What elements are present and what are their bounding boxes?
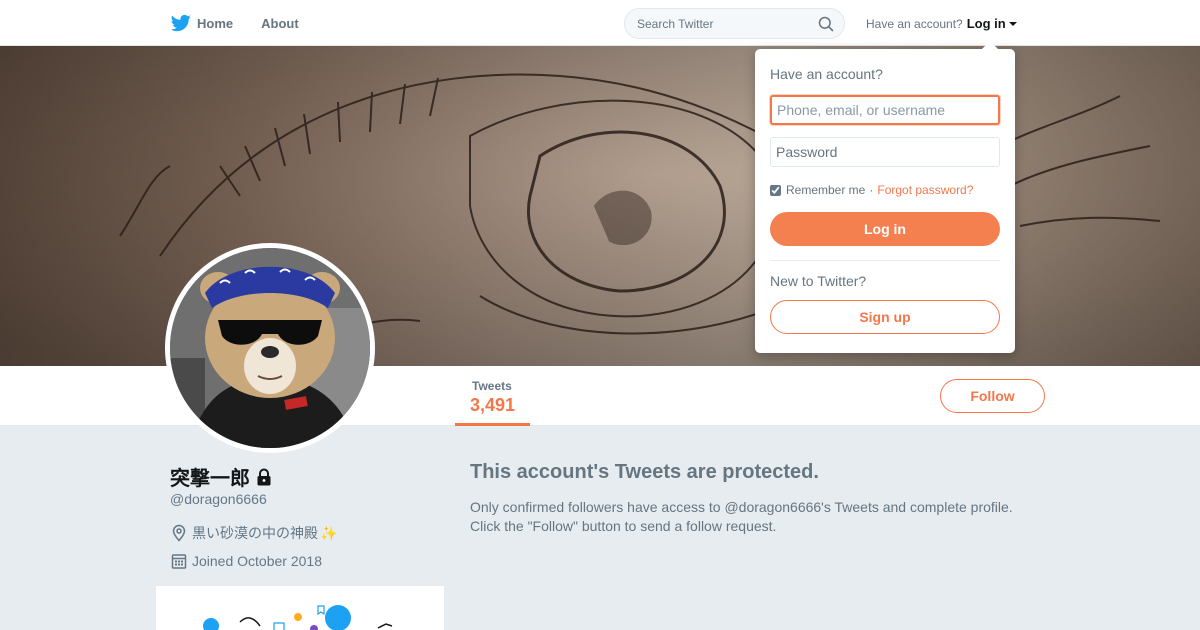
remember-me-label[interactable]: Remember me (786, 183, 865, 197)
login-dropdown: Have an account? Remember me · Forgot pa… (755, 41, 1015, 353)
tweets-stat-label: Tweets (472, 379, 512, 393)
tweets-stat-value: 3,491 (470, 395, 516, 415)
top-navigation-bar: Home About Have an account? Log in (0, 0, 1200, 46)
home-link[interactable]: Home (170, 13, 233, 33)
protected-line-2: Click the "Follow" button to send a foll… (470, 518, 777, 534)
search-box (624, 8, 845, 39)
protected-line-1: Only confirmed followers have access to … (470, 499, 1013, 515)
password-field[interactable] (770, 137, 1000, 167)
profile-display-name: 突撃一郎 (170, 462, 272, 491)
account-prompt: Have an account? (866, 16, 963, 31)
profile-join-date: Joined October 2018 (170, 552, 322, 570)
onboarding-illustration-card (156, 586, 444, 630)
login-button[interactable]: Log in (770, 212, 1000, 246)
display-name-text: 突撃一郎 (170, 468, 250, 490)
dropdown-divider (770, 260, 1000, 261)
chevron-down-icon (1008, 22, 1017, 26)
protected-description: Only confirmed followers have access to … (470, 498, 1030, 536)
remember-row: Remember me · Forgot password? (770, 183, 973, 197)
sparkles-icon: ✨ (320, 524, 338, 541)
separator-dot: · (869, 183, 874, 197)
follow-button[interactable]: Follow (940, 379, 1045, 413)
home-link-label: Home (197, 15, 234, 31)
about-link[interactable]: About (261, 16, 299, 31)
remember-me-checkbox[interactable] (770, 184, 781, 196)
forgot-password-link[interactable]: Forgot password? (877, 183, 973, 197)
signup-button[interactable]: Sign up (770, 300, 1000, 334)
tweets-stat-tab[interactable]: Tweets 3,491 (455, 366, 530, 426)
joined-text: Joined October 2018 (192, 553, 322, 569)
protected-heading: This account's Tweets are protected. (470, 461, 819, 483)
login-heading: Have an account? (770, 66, 883, 82)
location-text: 黒い砂漠の中の神殿 (192, 525, 318, 541)
profile-screen-name[interactable]: @doragon6666 (170, 491, 267, 507)
twitter-bird-icon (170, 14, 191, 32)
nav-left: Home About (170, 0, 327, 46)
search-icon[interactable] (818, 16, 834, 32)
calendar-icon (171, 554, 187, 569)
illustration-icon (203, 605, 393, 630)
search-input[interactable] (637, 17, 807, 31)
username-field[interactable] (770, 95, 1000, 125)
teddy-bear-avatar-icon (170, 248, 370, 448)
new-to-twitter-prompt: New to Twitter? (770, 273, 867, 289)
lock-icon (257, 468, 271, 485)
login-dropdown-toggle[interactable]: Log in (967, 16, 1017, 31)
account-area: Have an account? Log in (866, 16, 1017, 31)
avatar[interactable] (165, 243, 375, 453)
about-link-label: About (261, 15, 299, 31)
login-toggle-label: Log in (966, 16, 1006, 31)
profile-location: 黒い砂漠の中の神殿 ✨ (170, 523, 337, 543)
avatar-image (170, 248, 370, 448)
location-pin-icon (172, 524, 186, 542)
